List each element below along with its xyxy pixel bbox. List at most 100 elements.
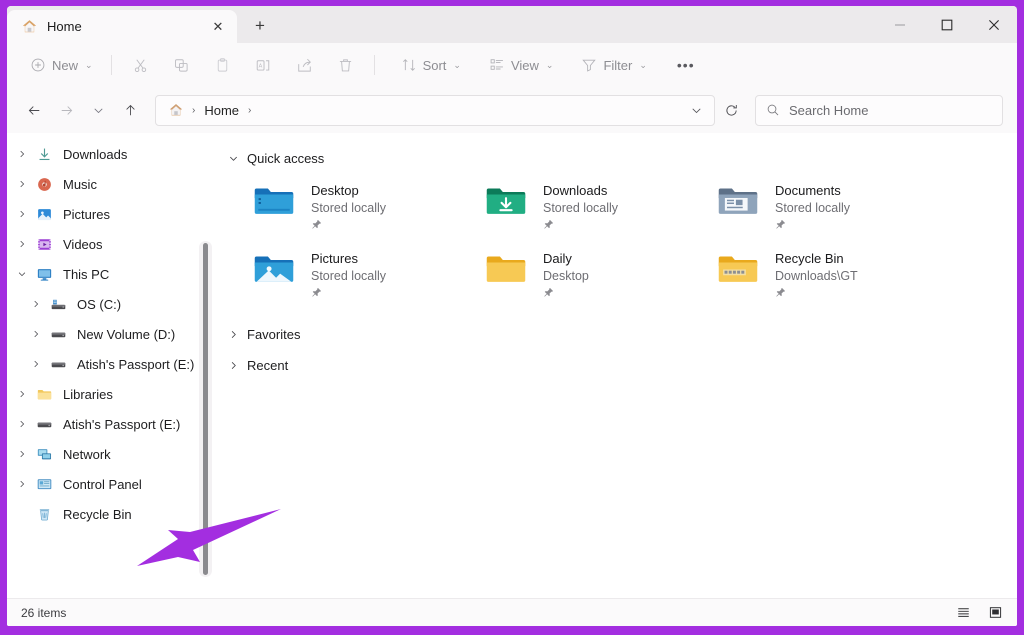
breadcrumb[interactable]: › Home › bbox=[155, 94, 715, 126]
sidebar-item-new-volume-d[interactable]: New Volume (D:) bbox=[11, 319, 209, 349]
recent-locations-button[interactable] bbox=[83, 95, 113, 125]
sidebar-item-control-panel[interactable]: Control Panel bbox=[11, 469, 209, 499]
favorites-header[interactable]: Favorites bbox=[221, 321, 1017, 348]
refresh-button[interactable] bbox=[717, 96, 745, 124]
quick-access-item[interactable]: Downloads Stored locally bbox=[485, 177, 717, 245]
search-box[interactable] bbox=[755, 94, 1003, 126]
file-explorer-window: Home ✕ + New ⌄ A Sort ⌄ View ⌄ Filter ⌄ … bbox=[7, 6, 1017, 626]
chevron-right-icon[interactable] bbox=[25, 350, 47, 378]
quick-access-grid: Desktop Stored locally Downloads Stored loc… bbox=[221, 177, 1017, 313]
chevron-right-icon[interactable] bbox=[11, 200, 33, 228]
window-controls bbox=[876, 6, 1017, 43]
content-pane: Quick access Desktop Stored locally Downlo… bbox=[213, 133, 1017, 598]
quick-access-item[interactable]: Pictures Stored locally bbox=[253, 245, 485, 313]
chevron-down-icon: ⌄ bbox=[85, 59, 93, 70]
sidebar-item-this-pc[interactable]: This PC bbox=[11, 259, 209, 289]
sidebar-item-recycle-bin[interactable]: Recycle Bin bbox=[11, 499, 209, 529]
new-tab-button[interactable]: + bbox=[247, 13, 273, 39]
quick-access-item-subtitle: Downloads\GT bbox=[775, 269, 858, 283]
quick-access-item-text: Pictures Stored locally bbox=[311, 249, 386, 300]
folder-documents-icon bbox=[717, 184, 761, 224]
quick-access-item[interactable]: Documents Stored locally bbox=[717, 177, 949, 245]
folder-desktop-icon bbox=[253, 184, 297, 224]
forward-button[interactable] bbox=[51, 95, 81, 125]
search-input[interactable] bbox=[789, 102, 992, 118]
filter-button[interactable]: Filter ⌄ bbox=[572, 49, 655, 81]
drive-icon bbox=[47, 353, 69, 375]
chevron-down-icon[interactable] bbox=[227, 153, 239, 164]
chevron-right-icon[interactable] bbox=[11, 230, 33, 258]
pin-icon bbox=[311, 219, 386, 232]
quick-access-item[interactable]: Recycle Bin Downloads\GT bbox=[717, 245, 949, 313]
share-icon bbox=[296, 57, 313, 74]
breadcrumb-item-home[interactable]: Home bbox=[200, 103, 243, 118]
chevron-right-icon[interactable] bbox=[25, 320, 47, 348]
copy-button[interactable] bbox=[162, 49, 201, 81]
sidebar-item-videos[interactable]: Videos bbox=[11, 229, 209, 259]
filter-icon bbox=[581, 57, 597, 73]
sort-button[interactable]: Sort ⌄ bbox=[392, 49, 470, 81]
chevron-right-icon[interactable] bbox=[11, 410, 33, 438]
delete-button[interactable] bbox=[326, 49, 365, 81]
share-button[interactable] bbox=[285, 49, 324, 81]
chevron-right-icon[interactable] bbox=[25, 290, 47, 318]
view-toggle-group bbox=[953, 603, 1005, 623]
recent-header[interactable]: Recent bbox=[221, 352, 1017, 379]
details-view-icon[interactable] bbox=[953, 603, 973, 623]
quick-access-item-subtitle: Stored locally bbox=[543, 201, 619, 215]
pin-icon bbox=[311, 287, 386, 300]
chevron-right-icon[interactable] bbox=[11, 380, 33, 408]
chevron-right-icon[interactable] bbox=[11, 170, 33, 198]
home-icon[interactable] bbox=[165, 102, 187, 118]
new-button-label: New bbox=[52, 57, 79, 73]
tab-home[interactable]: Home ✕ bbox=[7, 10, 237, 43]
sort-button-label: Sort bbox=[422, 57, 447, 73]
sidebar-item-pictures[interactable]: Pictures bbox=[11, 199, 209, 229]
sidebar-item-label: Atish's Passport (E:) bbox=[63, 416, 181, 432]
control-panel-icon bbox=[33, 473, 55, 495]
chevron-right-icon[interactable] bbox=[11, 140, 33, 168]
minimize-button[interactable] bbox=[876, 6, 923, 43]
back-button[interactable] bbox=[19, 95, 49, 125]
quick-access-item[interactable]: Daily Desktop bbox=[485, 245, 717, 313]
sidebar-item-atish-s-passport-e[interactable]: Atish's Passport (E:) bbox=[11, 409, 209, 439]
quick-access-item-name: Documents bbox=[775, 183, 841, 198]
sidebar-item-os-c[interactable]: OS (C:) bbox=[11, 289, 209, 319]
chevron-down-icon[interactable] bbox=[11, 260, 33, 288]
sidebar-item-network[interactable]: Network bbox=[11, 439, 209, 469]
sidebar-item-libraries[interactable]: Libraries bbox=[11, 379, 209, 409]
chevron-right-icon[interactable] bbox=[227, 360, 239, 371]
sidebar-item-downloads[interactable]: Downloads bbox=[11, 139, 209, 169]
sidebar-item-atish-s-passport-e[interactable]: Atish's Passport (E:) bbox=[11, 349, 209, 379]
navigation-scrollbar-thumb[interactable] bbox=[203, 243, 208, 575]
navigation-scrollbar[interactable] bbox=[199, 241, 212, 577]
large-icons-view-icon[interactable] bbox=[985, 603, 1005, 623]
toolbar-divider-2 bbox=[373, 55, 375, 75]
chevron-right-icon[interactable] bbox=[11, 470, 33, 498]
tab-close-icon[interactable]: ✕ bbox=[205, 14, 231, 40]
close-button[interactable] bbox=[970, 6, 1017, 43]
sidebar-item-label: Videos bbox=[63, 236, 103, 252]
item-count-label: 26 items bbox=[21, 605, 67, 620]
sidebar-item-label: OS (C:) bbox=[77, 296, 122, 312]
quick-access-header[interactable]: Quick access bbox=[221, 145, 1017, 171]
view-button[interactable]: View ⌄ bbox=[480, 49, 563, 81]
maximize-button[interactable] bbox=[923, 6, 970, 43]
chevron-right-icon[interactable] bbox=[227, 329, 239, 340]
see-more-button[interactable]: ••• bbox=[666, 49, 706, 81]
sidebar-item-music[interactable]: Music bbox=[11, 169, 209, 199]
up-button[interactable] bbox=[115, 95, 145, 125]
breadcrumb-dropdown-icon[interactable] bbox=[682, 96, 710, 124]
breadcrumb-separator-2[interactable]: › bbox=[245, 105, 254, 116]
cut-button[interactable] bbox=[121, 49, 160, 81]
pin-icon bbox=[543, 219, 618, 232]
drive-icon bbox=[33, 413, 55, 435]
chevron-down-icon: ⌄ bbox=[453, 59, 461, 70]
breadcrumb-separator: › bbox=[192, 104, 196, 116]
rename-button[interactable]: A bbox=[244, 49, 283, 81]
quick-access-item[interactable]: Desktop Stored locally bbox=[253, 177, 485, 245]
new-button[interactable]: New ⌄ bbox=[21, 49, 102, 81]
chevron-right-icon[interactable] bbox=[11, 440, 33, 468]
paste-button[interactable] bbox=[203, 49, 242, 81]
home-icon bbox=[21, 18, 38, 35]
